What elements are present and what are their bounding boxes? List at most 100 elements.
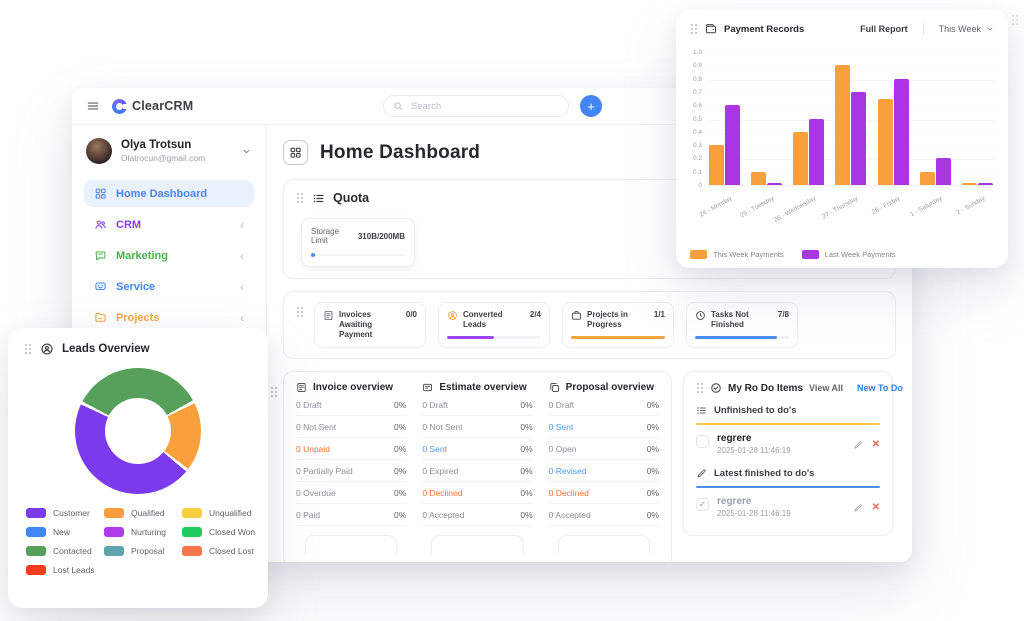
- search-input[interactable]: [409, 100, 559, 113]
- leads-overview-title: Leads Overview: [62, 343, 150, 355]
- stat-card-projects-in-progress[interactable]: Projects in Progress1/1: [562, 302, 674, 348]
- stats-cards: Invoices Awaiting Payment0/0 Converted Le…: [314, 302, 798, 348]
- bar-this-week: [835, 65, 850, 185]
- bar-group: [709, 105, 740, 185]
- storage-progress-fill: [311, 253, 315, 257]
- clipped-card: [305, 535, 397, 554]
- page-title: Home Dashboard: [320, 142, 480, 164]
- overview-column-header: Estimate overview: [422, 382, 532, 393]
- users-icon: [94, 218, 107, 231]
- bar-last-week: [936, 158, 951, 185]
- bar-this-week: [962, 183, 977, 185]
- legend-swatch: [104, 546, 124, 556]
- overview-row-value: 0%: [647, 466, 659, 476]
- menu-icon[interactable]: [86, 99, 100, 113]
- bar-group: [835, 65, 866, 185]
- stat-card-converted-leads[interactable]: Converted Leads2/4: [438, 302, 550, 348]
- chevron-left-icon: ‹: [240, 312, 244, 324]
- overview-row-label: 0 Partially Paid: [296, 466, 353, 476]
- todo-widget: My Ro Do Items View All New To Do Unfini…: [683, 371, 893, 536]
- bar-last-week: [725, 105, 740, 185]
- bar-this-week: [878, 99, 893, 185]
- logo-text: ClearCRM: [132, 99, 193, 113]
- chevron-down-icon: [986, 25, 994, 33]
- drag-handle-icon[interactable]: [270, 386, 278, 398]
- overview-row-value: 0%: [520, 466, 532, 476]
- divider: [923, 23, 924, 35]
- app-logo[interactable]: ClearCRM: [112, 99, 193, 114]
- wallet-icon: [705, 23, 717, 35]
- edit-icon[interactable]: [853, 503, 863, 513]
- legend-item-closed-won: Closed Won: [182, 527, 256, 537]
- y-tick-label: 0.8: [676, 76, 702, 83]
- overview-row-value: 0%: [647, 400, 659, 410]
- y-tick-label: 0.3: [676, 142, 702, 149]
- legend-item-nurturing: Nurturing: [104, 527, 178, 537]
- overview-row-label: 0 Sent: [549, 422, 574, 432]
- y-tick-label: 0.5: [676, 116, 702, 123]
- overview-row: 0 Sent0%: [549, 416, 659, 438]
- legend-swatch: [182, 527, 202, 537]
- drag-handle-icon[interactable]: [296, 306, 304, 318]
- overview-row-value: 0%: [394, 510, 406, 520]
- sidebar-item-service[interactable]: Service‹: [84, 273, 254, 300]
- search-icon: [393, 101, 403, 111]
- overview-row-value: 0%: [394, 466, 406, 476]
- drag-handle-icon[interactable]: [690, 23, 698, 35]
- full-report-link[interactable]: Full Report: [860, 24, 908, 34]
- storage-limit-card: Storage Limit 310B/200MB: [301, 218, 415, 267]
- overview-row: 0 Revised0%: [549, 460, 659, 482]
- y-tick-label: 0.2: [676, 155, 702, 162]
- range-dropdown[interactable]: This Week: [939, 24, 994, 34]
- bar-last-week: [894, 79, 909, 185]
- drag-handle-icon[interactable]: [296, 192, 304, 204]
- sidebar-item-marketing[interactable]: Marketing‹: [84, 242, 254, 269]
- chevron-left-icon: ‹: [240, 250, 244, 262]
- x-axis-labels: 24 - Monday25 - Tuesday26 - Wednesday27 …: [707, 189, 995, 223]
- sidebar-menu: Home Dashboard CRM‹ Marketing‹ Service‹ Proj…: [84, 180, 254, 331]
- y-tick-label: 0.4: [676, 129, 702, 136]
- overview-row-label: 0 Expired: [422, 466, 458, 476]
- stat-card-top: Invoices Awaiting Payment0/0: [323, 310, 417, 340]
- todo-item-date: 2025-01-28 11:46:19: [717, 509, 791, 518]
- overview-row-value: 0%: [647, 510, 659, 520]
- legend-swatch: [26, 508, 46, 518]
- drag-handle-icon[interactable]: [696, 382, 704, 394]
- legend-swatch: [182, 508, 202, 518]
- delete-icon[interactable]: ✕: [872, 440, 880, 450]
- clipped-card: [431, 535, 523, 554]
- new-todo-link[interactable]: New To Do: [857, 383, 903, 393]
- overview-column-title: Invoice overview: [313, 382, 393, 393]
- sidebar-item-label: Projects: [116, 312, 159, 324]
- legend-swatch: [182, 546, 202, 556]
- stat-card-top: Converted Leads2/4: [447, 310, 541, 330]
- pencil-icon: [696, 468, 707, 479]
- overview-row-label: 0 Sent: [422, 444, 447, 454]
- stat-card-invoices-awaiting-payment[interactable]: Invoices Awaiting Payment0/0: [314, 302, 426, 348]
- stat-card-tasks-not-finished[interactable]: Tasks Not Finished7/8: [686, 302, 798, 348]
- overview-row-label: 0 Not Sent: [296, 422, 336, 432]
- delete-icon[interactable]: ✕: [872, 503, 880, 513]
- legend-item-unqualified: Unqualified: [182, 508, 256, 518]
- add-button[interactable]: +: [580, 95, 602, 117]
- stat-value: 2/4: [530, 310, 541, 330]
- overview-row: 0 Draft0%: [422, 394, 532, 416]
- stats-widget: Invoices Awaiting Payment0/0 Converted Le…: [283, 291, 896, 359]
- overview-column-title: Proposal overview: [566, 382, 654, 393]
- drag-handle-icon[interactable]: [24, 343, 32, 355]
- invoice-icon: [296, 382, 307, 393]
- legend-item: This Week Payments: [690, 250, 784, 259]
- sidebar-item-projects[interactable]: Projects ‹: [84, 304, 254, 331]
- edit-icon[interactable]: [853, 440, 863, 450]
- overview-row-label: 0 Not Sent: [422, 422, 462, 432]
- sidebar-item-crm[interactable]: CRM‹: [84, 211, 254, 238]
- chevron-left-icon: ‹: [240, 219, 244, 231]
- view-all-link[interactable]: View All: [809, 383, 843, 393]
- search-box[interactable]: [383, 95, 569, 117]
- todo-checkbox[interactable]: [696, 498, 709, 511]
- user-menu[interactable]: Olya Trotsun Olatrocun@gmail.com: [84, 136, 254, 180]
- todo-checkbox[interactable]: [696, 435, 709, 448]
- logo-icon: [112, 99, 127, 114]
- sidebar-item-home-dashboard[interactable]: Home Dashboard: [84, 180, 254, 207]
- overview-column-invoice-overview: Invoice overview0 Draft0%0 Not Sent0%0 U…: [296, 382, 406, 526]
